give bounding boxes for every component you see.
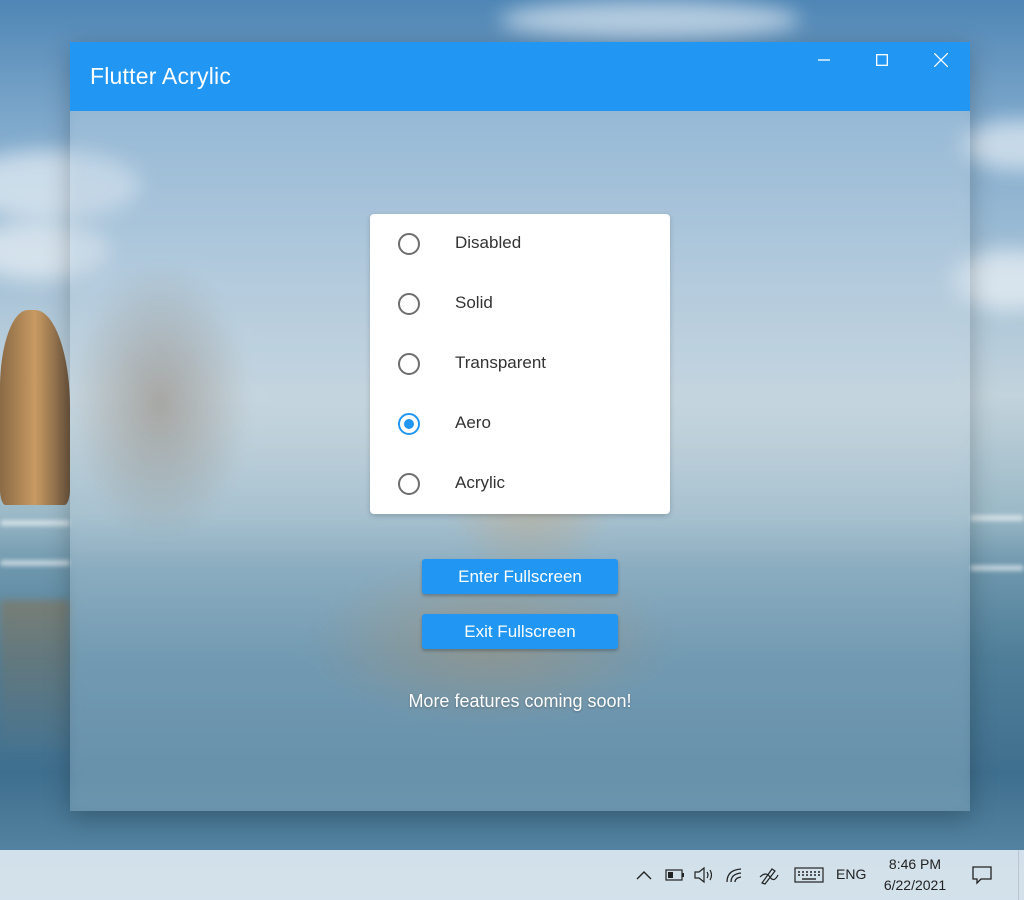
pen-workspace-button[interactable] [758,865,780,885]
radio-label: Aero [455,413,491,432]
pen-icon [759,868,779,885]
window-title: Flutter Acrylic [90,63,232,89]
footer-note: More features coming soon! [408,691,632,711]
show-desktop-button[interactable] [1018,850,1024,900]
volume-button[interactable] [693,865,715,885]
clock-date: 6/22/2021 [883,877,947,893]
title-bar[interactable]: Flutter Acrylic [70,42,970,111]
close-icon [934,53,948,67]
radio-option-aero[interactable]: Aero [370,394,670,454]
taskbar: ENG 8:46 PM 6/22/2021 [0,850,1024,900]
touch-keyboard-button[interactable] [793,865,825,885]
radio-button[interactable] [398,293,420,315]
radio-option-transparent[interactable]: Transparent [370,334,670,394]
exit-fullscreen-button[interactable]: Exit Fullscreen [422,614,618,649]
minimize-icon [818,59,830,61]
network-button[interactable] [725,865,745,885]
keyboard-icon [794,867,824,883]
radio-label: Acrylic [455,473,506,492]
action-center-button[interactable] [970,865,994,885]
radio-button[interactable] [398,233,420,255]
maximize-icon [876,54,888,66]
battery-icon [665,869,684,881]
effect-selector-card: Disabled Solid Transparent Aero Acrylic [370,214,670,514]
radio-label: Disabled [455,233,522,252]
radio-button-selected[interactable] [398,413,420,435]
show-hidden-icons-button[interactable] [634,865,654,885]
radio-label: Solid [455,293,493,312]
radio-option-acrylic[interactable]: Acrylic [370,454,670,514]
minimize-button[interactable] [796,42,852,78]
close-button[interactable] [913,42,969,78]
notification-icon [972,866,992,885]
chevron-up-icon [636,871,652,880]
radio-label: Transparent [455,353,547,372]
battery-button[interactable] [664,865,686,885]
clock[interactable]: 8:46 PM 6/22/2021 [872,854,958,896]
app-window: Flutter Acrylic Disabled Solid Transpare… [70,42,970,811]
radio-option-solid[interactable]: Solid [370,274,670,334]
wifi-icon [726,868,742,883]
maximize-button[interactable] [854,42,910,78]
clock-time: 8:46 PM [888,856,942,872]
enter-fullscreen-button[interactable]: Enter Fullscreen [422,559,618,594]
radio-button[interactable] [398,353,420,375]
speaker-icon [694,866,713,884]
radio-option-disabled[interactable]: Disabled [370,214,670,274]
input-language-indicator[interactable]: ENG [836,866,866,882]
radio-button[interactable] [398,473,420,495]
radio-selected-dot [404,419,414,429]
